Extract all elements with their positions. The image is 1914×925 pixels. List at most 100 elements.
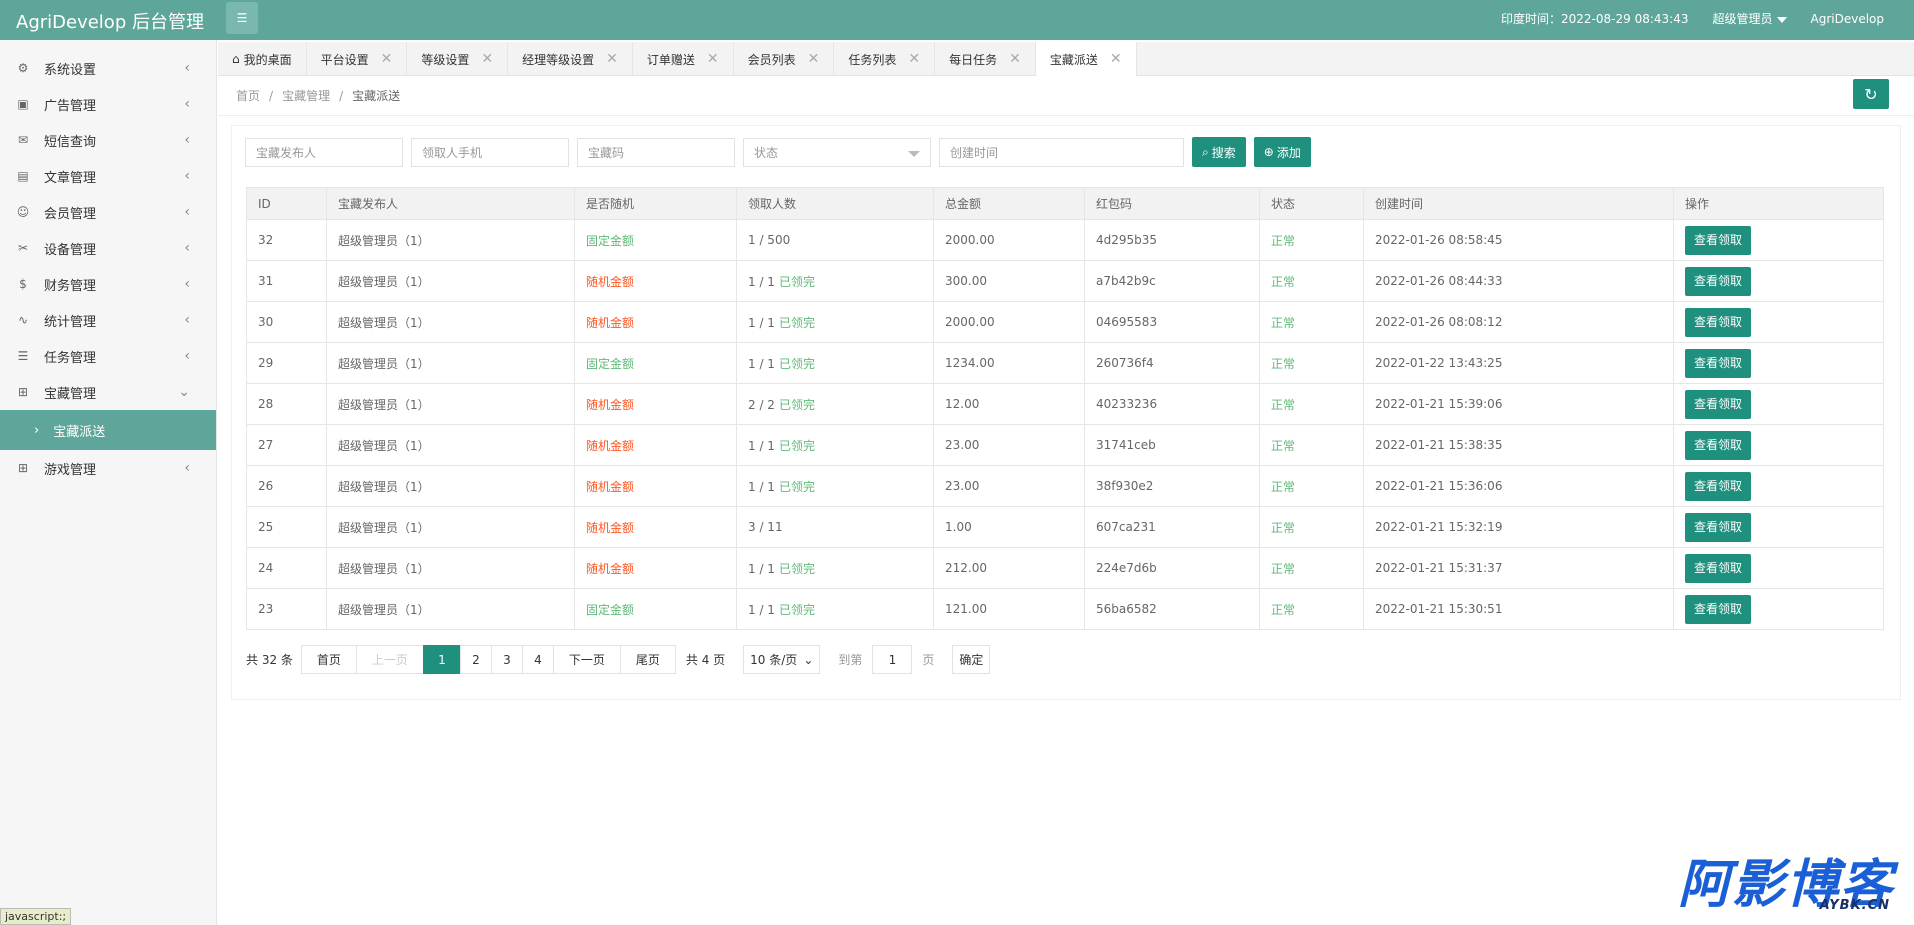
breadcrumb: 首页 / 宝藏管理 / 宝藏派送	[236, 89, 401, 103]
id-text: 29	[258, 356, 274, 370]
refresh-button[interactable]: ↻	[1853, 79, 1889, 109]
goto-page-input[interactable]: 1	[872, 645, 913, 674]
close-icon[interactable]: ✕	[1110, 51, 1122, 67]
breadcrumb-home[interactable]: 首页	[236, 89, 260, 103]
view-claims-button[interactable]: 查看领取	[1685, 225, 1752, 255]
amount-text: 1234.00	[945, 356, 995, 370]
page-button-3[interactable]: 3	[490, 645, 523, 674]
caret-down-icon	[1776, 16, 1787, 23]
close-icon[interactable]: ✕	[381, 51, 393, 67]
publisher-input[interactable]: 宝藏发布人	[245, 137, 403, 167]
created-time-input[interactable]: 创建时间	[939, 137, 1184, 167]
last-page-button[interactable]: 尾页	[619, 645, 676, 674]
status-bar-text: javascript:;	[0, 908, 72, 925]
sidebar-item-9[interactable]: ⊞ 宝藏管理 ⌄	[0, 374, 216, 410]
claimed-badge: 已领完	[778, 602, 815, 617]
close-icon[interactable]: ✕	[908, 51, 920, 67]
prev-page-button[interactable]: 上一页	[355, 645, 424, 674]
next-page-button[interactable]: 下一页	[552, 645, 621, 674]
sidebar-item-game[interactable]: ⊞ 游戏管理 ‹	[0, 450, 216, 486]
page-size-select[interactable]: 10 条/页 ⌄	[743, 645, 821, 674]
sidebar-item-8[interactable]: ☰ 任务管理 ‹	[0, 338, 216, 374]
sidebar-item-7[interactable]: ∿ 统计管理 ‹	[0, 302, 216, 338]
add-button[interactable]: ⊕ 添加	[1253, 137, 1311, 167]
view-claims-button[interactable]: 查看领取	[1685, 594, 1752, 624]
sidebar-item-0[interactable]: ⚙ 系统设置 ‹	[0, 50, 216, 86]
view-claims-button[interactable]: 查看领取	[1685, 389, 1752, 419]
close-icon[interactable]: ✕	[808, 51, 820, 67]
page-button-4[interactable]: 4	[521, 645, 554, 674]
chevron-left-icon: ‹	[184, 204, 190, 220]
cell-time: 2022-01-21 15:38:35	[1363, 424, 1674, 466]
chevron-left-icon: ‹	[184, 168, 190, 184]
cell-code: 56ba6582	[1084, 588, 1260, 630]
cell-count: 1 / 1 已领完	[736, 547, 934, 589]
count-text: 1 / 1	[748, 602, 775, 617]
tab-4[interactable]: 订单赠送 ✕	[633, 42, 734, 76]
cell-status: 正常	[1259, 506, 1364, 548]
cell-id: 32	[246, 219, 327, 261]
goto-label: 到第	[838, 653, 863, 667]
status-select[interactable]: 状态	[743, 137, 931, 167]
table-row: 23 超级管理员（1） 固定金额 1 / 1 已领完 121.00 56ba6582 正常 20…	[246, 588, 1884, 630]
plus-circle-icon: ⊕	[1263, 145, 1274, 159]
view-claims-button[interactable]: 查看领取	[1685, 512, 1752, 542]
tab-5[interactable]: 会员列表 ✕	[734, 42, 835, 76]
page-button-1[interactable]: 1	[422, 645, 461, 674]
role-dropdown[interactable]: 超级管理员	[1712, 10, 1787, 27]
close-icon[interactable]: ✕	[707, 51, 719, 67]
tab-6[interactable]: 任务列表 ✕	[834, 42, 936, 76]
chevron-down-icon: ⌄	[803, 652, 814, 667]
view-claims-button[interactable]: 查看领取	[1685, 348, 1752, 378]
view-claims-button[interactable]: 查看领取	[1685, 266, 1752, 296]
code-text: 260736f4	[1096, 356, 1154, 370]
image-icon: ▣	[17, 97, 29, 111]
username-link[interactable]: AgriDevelop	[1811, 12, 1885, 26]
amount-text: 2000.00	[945, 315, 995, 329]
cell-count: 1 / 1 已领完	[736, 588, 934, 630]
amount-text: 121.00	[945, 602, 987, 616]
tab-3[interactable]: 经理等级设置 ✕	[508, 42, 633, 76]
view-claims-button[interactable]: 查看领取	[1685, 430, 1752, 460]
tab-7[interactable]: 每日任务 ✕	[935, 42, 1036, 76]
tab-2[interactable]: 等级设置 ✕	[407, 42, 509, 76]
chevron-left-icon: ‹	[184, 132, 190, 148]
publisher-text: 超级管理员（1）	[338, 479, 430, 494]
amount-text: 23.00	[945, 479, 980, 493]
sidebar-item-3[interactable]: ▤ 文章管理 ‹	[0, 158, 216, 194]
tab-1[interactable]: 平台设置 ✕	[307, 42, 408, 76]
status-text: 正常	[1271, 233, 1296, 248]
sidebar-item-4[interactable]: ☺ 会员管理 ‹	[0, 194, 216, 230]
sidebar-item-2[interactable]: ✉ 短信查询 ‹	[0, 122, 216, 158]
cell-random: 随机金额	[574, 547, 737, 589]
view-claims-button[interactable]: 查看领取	[1685, 471, 1752, 501]
view-claims-button[interactable]: 查看领取	[1685, 307, 1752, 337]
close-icon[interactable]: ✕	[481, 51, 493, 67]
code-input[interactable]: 宝藏码	[577, 137, 735, 167]
sidebar-item-1[interactable]: ▣ 广告管理 ‹	[0, 86, 216, 122]
menu-toggle-button[interactable]: ☰	[226, 2, 258, 34]
close-icon[interactable]: ✕	[606, 51, 618, 67]
time-text: 2022-01-21 15:31:37	[1375, 561, 1503, 575]
mail-icon: ✉	[17, 133, 29, 147]
page-button-2[interactable]: 2	[459, 645, 492, 674]
phone-input[interactable]: 领取人手机	[411, 137, 569, 167]
publisher-text: 超级管理员（1）	[338, 356, 430, 371]
sidebar-item-6[interactable]: $ 财务管理 ‹	[0, 266, 216, 302]
sidebar-subitem-treasure-send[interactable]: › 宝藏派送	[0, 410, 216, 450]
column-header: 总金额	[933, 187, 1085, 220]
cell-amount: 12.00	[933, 383, 1085, 425]
cell-random: 固定金额	[574, 219, 737, 261]
tab-8[interactable]: 宝藏派送 ✕	[1035, 42, 1137, 76]
sidebar-item-5[interactable]: ✂ 设备管理 ‹	[0, 230, 216, 266]
tab-0[interactable]: ⌂ 我的桌面	[218, 42, 307, 76]
view-claims-button[interactable]: 查看领取	[1685, 553, 1752, 583]
breadcrumb-section[interactable]: 宝藏管理	[282, 89, 330, 103]
first-page-button[interactable]: 首页	[300, 645, 357, 674]
sidebar-item-label: 广告管理	[44, 98, 97, 114]
close-icon[interactable]: ✕	[1009, 51, 1021, 67]
goto-confirm-button[interactable]: 确定	[952, 645, 991, 674]
search-button[interactable]: ⌕ 搜索	[1192, 137, 1246, 167]
status-text: 正常	[1271, 438, 1296, 453]
amount-text: 12.00	[945, 397, 980, 411]
